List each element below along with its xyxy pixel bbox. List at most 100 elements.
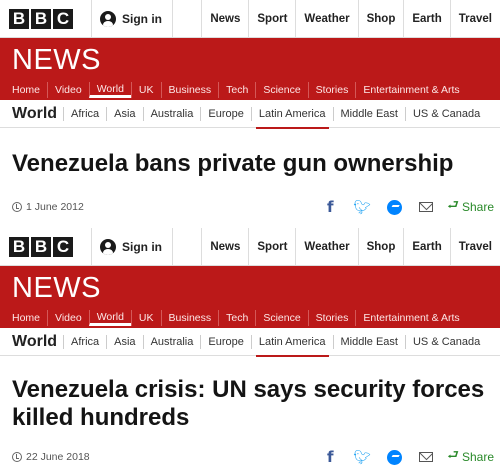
article-date: 22 June 2018 xyxy=(12,451,90,463)
section-science[interactable]: Science xyxy=(255,82,307,98)
topnav-sport[interactable]: Sport xyxy=(248,227,295,266)
article-headline: Venezuela bans private gun ownership xyxy=(12,150,454,177)
share-button[interactable]: ⮐ Share xyxy=(447,446,494,468)
share-button[interactable]: ⮐ Share xyxy=(447,196,494,218)
article-headline: Venezuela crisis: UN says security force… xyxy=(12,376,485,431)
user-icon xyxy=(100,10,116,27)
logo-letter: C xyxy=(53,236,73,257)
article-meta: 1 June 2012 f 🐦︎ ⮐ Share xyxy=(0,196,500,218)
region-asia[interactable]: Asia xyxy=(106,334,142,349)
messenger-icon xyxy=(386,449,402,465)
section-stories[interactable]: Stories xyxy=(307,310,356,326)
section-science[interactable]: Science xyxy=(255,310,307,326)
news-banner: NEWS Home Video World UK Business Tech S… xyxy=(0,38,500,100)
topnav-news[interactable]: News xyxy=(201,0,248,38)
world-heading[interactable]: World xyxy=(12,105,57,123)
region-australia[interactable]: Australia xyxy=(142,106,201,121)
share-label: Share xyxy=(461,450,494,464)
facebook-icon[interactable]: f xyxy=(319,448,341,466)
section-video[interactable]: Video xyxy=(47,310,89,326)
topnav-weather[interactable]: Weather xyxy=(295,227,357,266)
topnav-travel[interactable]: Travel xyxy=(449,0,500,38)
article-meta: 22 June 2018 f 🐦︎ ⮐ Share xyxy=(0,446,500,468)
email-icon-wrap[interactable] xyxy=(415,199,437,215)
date-text: 22 June 2018 xyxy=(26,451,90,463)
section-uk[interactable]: UK xyxy=(130,82,161,98)
twitter-icon[interactable]: 🐦︎ xyxy=(351,199,373,215)
section-nav: Home Video World UK Business Tech Scienc… xyxy=(0,82,467,100)
messenger-icon xyxy=(386,199,402,215)
logo-letter: B xyxy=(31,236,51,257)
clock-icon xyxy=(12,202,22,212)
section-nav: Home Video World UK Business Tech Scienc… xyxy=(0,310,467,328)
region-africa[interactable]: Africa xyxy=(63,334,106,349)
section-tech[interactable]: Tech xyxy=(218,310,255,326)
region-europe[interactable]: Europe xyxy=(200,334,250,349)
article-screenshot-1: B B C Sign in News Sport Weather Shop Ea… xyxy=(0,0,500,224)
twitter-icon[interactable]: 🐦︎ xyxy=(351,449,373,465)
world-subnav: World Africa Asia Australia Europe Latin… xyxy=(0,100,500,129)
news-wordmark[interactable]: NEWS xyxy=(12,44,101,77)
news-wordmark[interactable]: NEWS xyxy=(12,272,101,305)
topnav-earth[interactable]: Earth xyxy=(403,227,449,266)
region-us-canada[interactable]: US & Canada xyxy=(404,334,487,349)
region-africa[interactable]: Africa xyxy=(63,106,106,121)
clock-icon xyxy=(12,452,22,462)
top-nav: News Sport Weather Shop Earth Travel xyxy=(201,0,500,38)
section-home[interactable]: Home xyxy=(0,310,47,326)
top-bar: B B C Sign in News Sport Weather Shop Ea… xyxy=(0,227,500,266)
world-subnav: World Africa Asia Australia Europe Latin… xyxy=(0,328,500,357)
section-home[interactable]: Home xyxy=(0,82,47,98)
world-heading[interactable]: World xyxy=(12,333,57,351)
section-entertainment[interactable]: Entertainment & Arts xyxy=(355,310,466,326)
article-screenshot-2: B B C Sign in News Sport Weather Shop Ea… xyxy=(0,227,500,468)
top-nav: News Sport Weather Shop Earth Travel xyxy=(201,227,500,266)
topnav-shop[interactable]: Shop xyxy=(357,0,404,38)
facebook-icon[interactable]: f xyxy=(319,198,341,216)
sign-in-button[interactable]: Sign in xyxy=(91,227,173,266)
region-latin-america[interactable]: Latin America xyxy=(250,334,333,357)
section-business[interactable]: Business xyxy=(160,82,219,98)
messenger-icon-wrap[interactable] xyxy=(383,449,405,465)
region-asia[interactable]: Asia xyxy=(106,106,142,121)
logo-letter: B xyxy=(9,236,29,257)
messenger-icon-wrap[interactable] xyxy=(383,199,405,215)
section-uk[interactable]: UK xyxy=(130,310,161,326)
date-text: 1 June 2012 xyxy=(26,201,84,213)
top-bar: B B C Sign in News Sport Weather Shop Ea… xyxy=(0,0,500,38)
sign-in-label: Sign in xyxy=(122,239,162,254)
bbc-logo[interactable]: B B C xyxy=(9,236,75,257)
section-world[interactable]: World xyxy=(88,310,131,326)
topnav-earth[interactable]: Earth xyxy=(403,0,449,38)
region-middle-east[interactable]: Middle East xyxy=(332,106,405,121)
section-entertainment[interactable]: Entertainment & Arts xyxy=(355,82,466,98)
share-tools: f 🐦︎ ⮐ Share xyxy=(309,196,494,218)
region-europe[interactable]: Europe xyxy=(200,106,250,121)
region-middle-east[interactable]: Middle East xyxy=(332,334,405,349)
email-icon-wrap[interactable] xyxy=(415,449,437,465)
topnav-shop[interactable]: Shop xyxy=(357,227,404,266)
topnav-sport[interactable]: Sport xyxy=(248,0,295,38)
topnav-news[interactable]: News xyxy=(201,227,248,266)
share-icon: ⮐ xyxy=(447,197,459,212)
article-date: 1 June 2012 xyxy=(12,201,84,213)
email-icon xyxy=(419,452,434,462)
region-latin-america[interactable]: Latin America xyxy=(250,106,333,129)
section-stories[interactable]: Stories xyxy=(307,82,356,98)
section-tech[interactable]: Tech xyxy=(218,82,255,98)
region-us-canada[interactable]: US & Canada xyxy=(404,106,487,121)
region-australia[interactable]: Australia xyxy=(142,334,201,349)
section-world[interactable]: World xyxy=(88,82,131,98)
logo-letter: B xyxy=(31,8,51,29)
share-label: Share xyxy=(461,200,494,214)
topnav-travel[interactable]: Travel xyxy=(449,227,500,266)
sign-in-label: Sign in xyxy=(122,11,162,26)
news-banner: NEWS Home Video World UK Business Tech S… xyxy=(0,266,500,328)
section-business[interactable]: Business xyxy=(160,310,219,326)
user-icon xyxy=(100,238,116,255)
sign-in-button[interactable]: Sign in xyxy=(91,0,173,38)
section-video[interactable]: Video xyxy=(47,82,89,98)
bbc-logo[interactable]: B B C xyxy=(9,8,75,29)
logo-letter: B xyxy=(9,8,29,29)
topnav-weather[interactable]: Weather xyxy=(295,0,357,38)
